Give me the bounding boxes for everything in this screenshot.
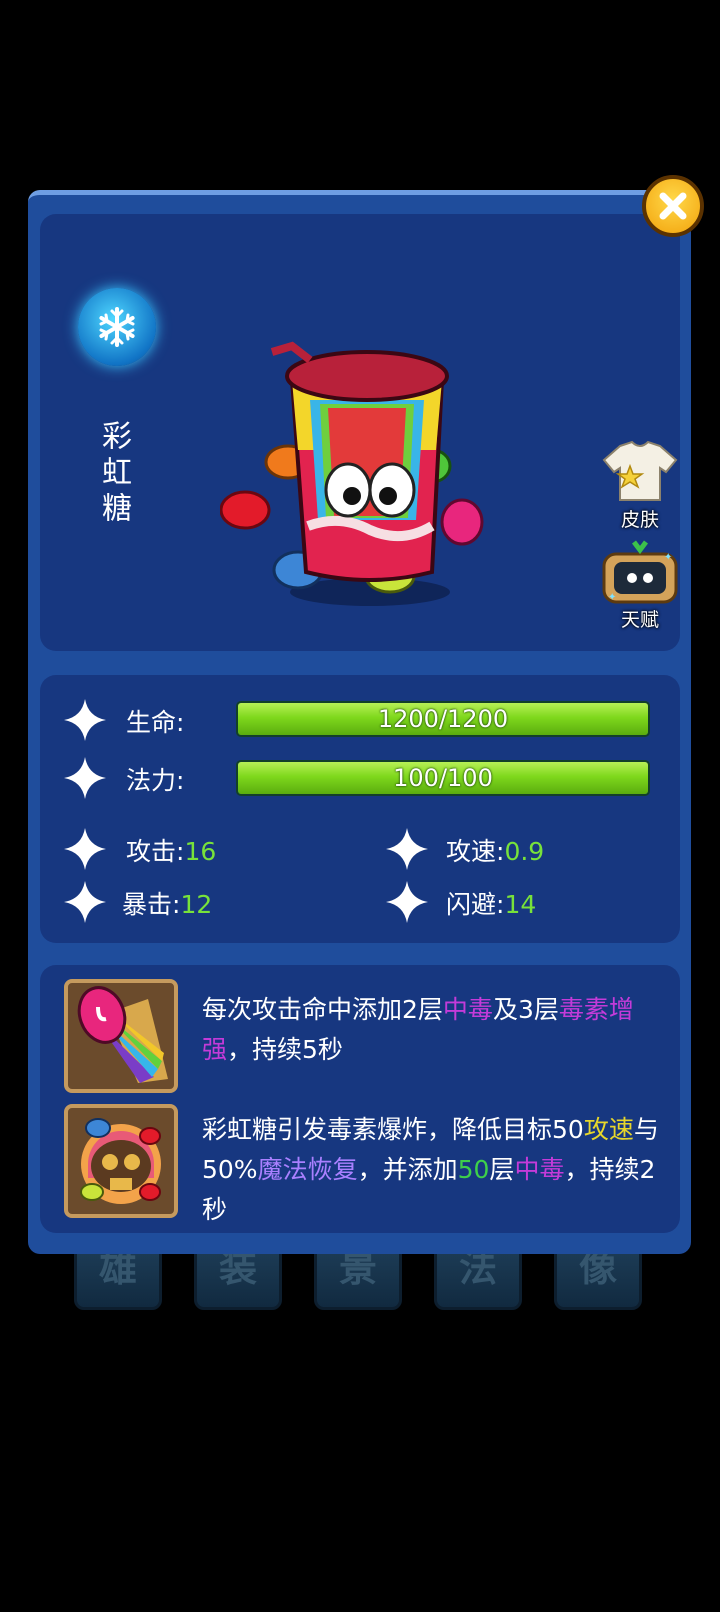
- attack-speed-stat: 攻速:0.9: [446, 832, 544, 868]
- skill-1-description: 每次攻击命中添加2层中毒及3层毒素增强，持续5秒: [202, 990, 670, 1070]
- dodge-value: 14: [504, 890, 537, 919]
- close-icon: [659, 192, 687, 220]
- skill-text-segment: 彩虹糖引发毒素爆炸，降低目标50: [202, 1115, 584, 1144]
- skill-text-segment: 每次攻击命中添加2层: [202, 995, 443, 1024]
- skill-2-description: 彩虹糖引发毒素爆炸，降低目标50攻速与50%魔法恢复，并添加50层中毒，持续2秒: [202, 1110, 670, 1230]
- mp-value: 100/100: [393, 764, 493, 792]
- robot-tv-icon: ✦ ✦: [602, 540, 678, 604]
- sparkle-icon: [386, 881, 428, 923]
- skill-text-segment: 层: [489, 1155, 515, 1184]
- attack-stat: 攻击:16: [126, 832, 216, 868]
- attack-value: 16: [184, 837, 217, 866]
- close-button[interactable]: [642, 175, 704, 237]
- hp-label: 生命:: [126, 708, 185, 737]
- rainbow-skull-icon[interactable]: [64, 1104, 178, 1218]
- keyword-attack-speed: 攻速: [583, 1115, 634, 1144]
- skill-text-segment: 及3层: [492, 995, 559, 1024]
- attack-label: 攻击:: [126, 837, 185, 866]
- hp-value: 1200/1200: [377, 705, 509, 733]
- keyword-poison: 中毒: [442, 995, 493, 1024]
- hero-name: 彩虹糖: [96, 420, 131, 528]
- snowflake-icon: [78, 288, 156, 366]
- candy-horn-icon[interactable]: [64, 979, 178, 1093]
- keyword-stack-count: 50: [457, 1155, 490, 1184]
- talent-button-label: 天赋: [620, 609, 659, 631]
- hp-bar: 1200/1200: [236, 701, 650, 737]
- sparkle-icon: [64, 881, 106, 923]
- skill-text-segment: ，并添加: [357, 1155, 458, 1184]
- sparkle-icon: [64, 757, 106, 799]
- crit-value: 12: [180, 890, 213, 919]
- dodge-label: 闪避:: [446, 890, 505, 919]
- keyword-poison: 中毒: [514, 1155, 565, 1184]
- sparkle-icon: [64, 699, 106, 741]
- keyword-mana-regen: 魔法恢复: [257, 1155, 358, 1184]
- shirt-icon: [602, 440, 678, 501]
- mp-bar: 100/100: [236, 760, 650, 796]
- svg-text:✦: ✦: [608, 592, 616, 603]
- dodge-stat: 闪避:14: [446, 885, 536, 921]
- skin-button[interactable]: 皮肤: [595, 440, 685, 532]
- svg-text:✦: ✦: [664, 552, 672, 563]
- crit-stat: 暴击:12: [122, 885, 212, 921]
- hero-portrait: [219, 340, 510, 630]
- talent-button[interactable]: ✦ ✦ 天赋: [590, 540, 690, 632]
- skill-text-segment: ，持续5秒: [227, 1035, 343, 1064]
- sparkle-icon: [386, 828, 428, 870]
- crit-label: 暴击:: [122, 890, 181, 919]
- attack-speed-value: 0.9: [504, 837, 545, 866]
- attack-speed-label: 攻速:: [446, 837, 505, 866]
- mp-label: 法力:: [126, 766, 185, 795]
- sparkle-icon: [64, 828, 106, 870]
- skin-button-label: 皮肤: [620, 509, 659, 531]
